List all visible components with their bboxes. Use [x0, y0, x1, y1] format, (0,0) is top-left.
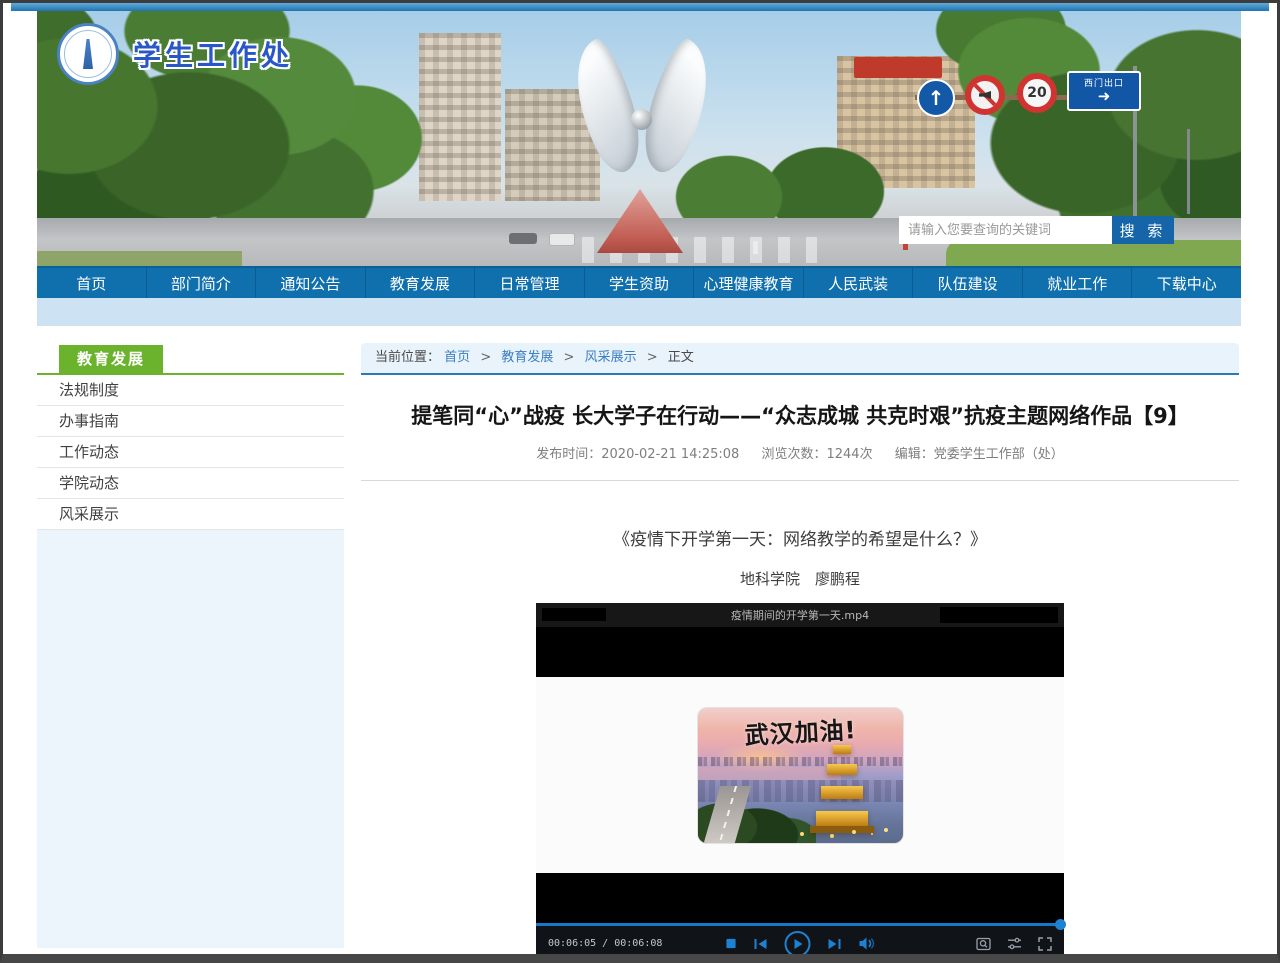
play-icon[interactable] — [785, 931, 811, 955]
editor-label: 编辑： — [895, 447, 934, 462]
video-progress-bar[interactable] — [536, 923, 1064, 926]
sidebar-title: 教育发展 — [59, 345, 163, 373]
video-filename: 疫情期间的开学第一天.mp4 — [731, 607, 869, 623]
nav-item-downloads[interactable]: 下载中心 — [1131, 268, 1241, 298]
video-thumbnail: 武汉加油! — [697, 707, 904, 844]
car — [549, 233, 575, 246]
sidebar-item-service-guide[interactable]: 办事指南 — [37, 406, 344, 437]
sidebar-item-highlights[interactable]: 风采展示 — [37, 499, 344, 530]
breadcrumb-current: 正文 — [668, 350, 694, 365]
nav-item-education[interactable]: 教育发展 — [365, 268, 475, 298]
divider — [361, 480, 1239, 481]
breadcrumb: 当前位置： 首页 > 教育发展 > 风采展示 > 正文 — [361, 343, 1239, 375]
breadcrumb-separator: > — [564, 350, 575, 365]
breadcrumb-label: 当前位置： — [375, 350, 440, 365]
nav-substrip — [37, 298, 1241, 326]
view-count-label: 浏览次数： — [761, 447, 826, 462]
volume-icon[interactable] — [859, 937, 875, 950]
breadcrumb-highlights[interactable]: 风采展示 — [585, 350, 637, 365]
main-content: 当前位置： 首页 > 教育发展 > 风采展示 > 正文 提笔同“心”战疫 长大学… — [361, 343, 1239, 954]
sidebar: 教育发展 法规制度 办事指南 工作动态 学院动态 风采展示 — [37, 343, 344, 948]
publish-time: 发布时间：2020-02-21 14:25:08 — [536, 447, 739, 462]
yellow-crane-tower — [803, 736, 881, 833]
city-lights — [871, 833, 873, 835]
frame-capture-icon[interactable] — [976, 937, 991, 951]
article-meta: 发布时间：2020-02-21 14:25:08 浏览次数：1244次 编辑：党… — [361, 443, 1239, 462]
publish-time-label: 发布时间： — [536, 447, 601, 462]
editor: 编辑：党委学生工作部（处） — [895, 447, 1064, 462]
grass-strip — [37, 251, 242, 266]
search-box: 搜 索 — [899, 216, 1174, 244]
site-logo[interactable]: 学生工作处 — [57, 23, 293, 85]
site-title: 学生工作处 — [133, 34, 293, 74]
sidebar-header: 教育发展 — [37, 343, 344, 375]
header-banner: ↑ 20 西门出口 ➜ 学生工作处 搜 索 — [37, 11, 1241, 266]
publish-time-value: 2020-02-21 14:25:08 — [601, 447, 739, 462]
settings-icon[interactable] — [1007, 937, 1022, 950]
top-accent-bar — [11, 3, 1269, 11]
stop-icon[interactable] — [726, 938, 737, 949]
page: ↑ 20 西门出口 ➜ 学生工作处 搜 索 首页 部门简介 通知公告 教育 — [3, 3, 1277, 954]
nav-item-militia[interactable]: 人民武装 — [803, 268, 913, 298]
street-lamp — [1187, 129, 1190, 214]
video-time: 00:06:05 / 00:06:08 — [548, 938, 662, 949]
video-controls: 00:06:05 / 00:06:08 — [536, 923, 1064, 954]
article-title: 提笔同“心”战疫 长大学子在行动——“众志成城 共克时艰”抗疫主题网络作品【9】 — [369, 401, 1231, 431]
work-title: 《疫情下开学第一天：网络教学的希望是什么？》 — [361, 525, 1239, 550]
breadcrumb-separator: > — [480, 350, 491, 365]
letterbox-bottom — [536, 873, 1064, 923]
secondary-controls — [976, 937, 1052, 951]
fullscreen-icon[interactable] — [1038, 937, 1052, 951]
nav-item-notices[interactable]: 通知公告 — [255, 268, 365, 298]
skip-forward-icon[interactable] — [828, 938, 842, 950]
traffic-sign-up-arrow: ↑ — [917, 79, 955, 117]
university-seal-icon — [57, 23, 119, 85]
video-screen[interactable]: 武汉加油! — [536, 677, 1064, 873]
nav-item-mental-health[interactable]: 心理健康教育 — [693, 268, 803, 298]
editor-value: 党委学生工作部（处） — [934, 447, 1064, 462]
sidebar-panel — [37, 530, 344, 948]
sidebar-item-work-news[interactable]: 工作动态 — [37, 437, 344, 468]
letterbox-top — [536, 627, 1064, 677]
playback-controls — [726, 931, 875, 955]
window-frame: ↑ 20 西门出口 ➜ 学生工作处 搜 索 首页 部门简介 通知公告 教育 — [0, 0, 1280, 963]
breadcrumb-separator: > — [647, 350, 658, 365]
sidebar-item-college-news[interactable]: 学院动态 — [37, 468, 344, 499]
traffic-sign-no-horn — [965, 75, 1005, 115]
progress-handle[interactable] — [1055, 919, 1066, 930]
search-input[interactable] — [899, 216, 1112, 244]
redacted-box — [542, 608, 606, 621]
nav-item-team-building[interactable]: 队伍建设 — [912, 268, 1022, 298]
work-author: 地科学院 廖鹏程 — [361, 568, 1239, 589]
view-count: 浏览次数：1244次 — [761, 447, 872, 462]
traffic-sign-west-exit: 西门出口 ➜ — [1067, 71, 1141, 111]
nav-item-employment[interactable]: 就业工作 — [1022, 268, 1132, 298]
main-nav: 首页 部门简介 通知公告 教育发展 日常管理 学生资助 心理健康教育 人民武装 … — [37, 266, 1241, 298]
traffic-sign-speed-limit: 20 — [1017, 73, 1057, 113]
video-titlebar: 疫情期间的开学第一天.mp4 — [536, 603, 1064, 627]
car — [509, 233, 537, 244]
nav-item-student-aid[interactable]: 学生资助 — [584, 268, 694, 298]
nav-item-dept-intro[interactable]: 部门简介 — [146, 268, 256, 298]
right-arrow-icon: ➜ — [1098, 89, 1111, 103]
seal-tower-glyph — [83, 39, 93, 69]
search-button[interactable]: 搜 索 — [1112, 216, 1174, 244]
redacted-box — [940, 607, 1058, 623]
pedestrian — [753, 241, 758, 254]
sidebar-item-regulations[interactable]: 法规制度 — [37, 375, 344, 406]
nav-item-daily-mgmt[interactable]: 日常管理 — [474, 268, 584, 298]
skip-back-icon[interactable] — [754, 938, 768, 950]
nav-item-home[interactable]: 首页 — [37, 268, 146, 298]
breadcrumb-education[interactable]: 教育发展 — [501, 350, 553, 365]
video-player: 疫情期间的开学第一天.mp4 — [536, 603, 1064, 954]
sculpture-orb — [631, 109, 652, 130]
breadcrumb-home[interactable]: 首页 — [444, 350, 470, 365]
view-count-value: 1244次 — [826, 447, 872, 462]
